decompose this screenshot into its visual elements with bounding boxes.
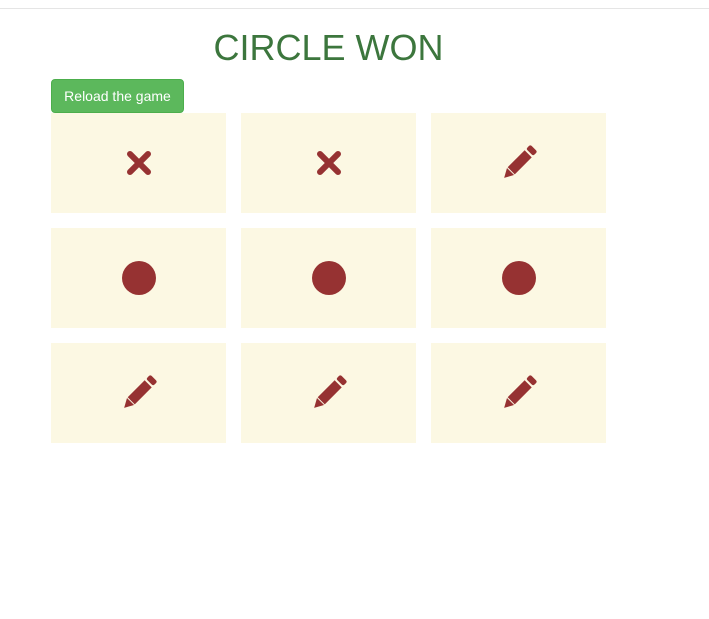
- top-divider: [0, 8, 709, 9]
- circle-icon: [501, 260, 537, 296]
- board-cell-4[interactable]: [51, 228, 226, 328]
- pencil-icon: [500, 374, 538, 412]
- board-cell-5[interactable]: [241, 228, 416, 328]
- circle-icon: [121, 260, 157, 296]
- board-cell-9[interactable]: [431, 343, 606, 443]
- circle-icon: [311, 260, 347, 296]
- board-cell-8[interactable]: [241, 343, 416, 443]
- game-status-title: CIRCLE WON: [213, 27, 444, 68]
- pencil-icon: [310, 374, 348, 412]
- pencil-icon: [120, 374, 158, 412]
- cross-icon: [125, 149, 153, 177]
- board-cell-3[interactable]: [431, 113, 606, 213]
- pencil-icon: [500, 144, 538, 182]
- reload-game-button[interactable]: Reload the game: [51, 79, 184, 113]
- cross-icon: [315, 149, 343, 177]
- game-board: [51, 113, 606, 443]
- board-cell-7[interactable]: [51, 343, 226, 443]
- board-cell-6[interactable]: [431, 228, 606, 328]
- board-cell-2[interactable]: [241, 113, 416, 213]
- board-cell-1[interactable]: [51, 113, 226, 213]
